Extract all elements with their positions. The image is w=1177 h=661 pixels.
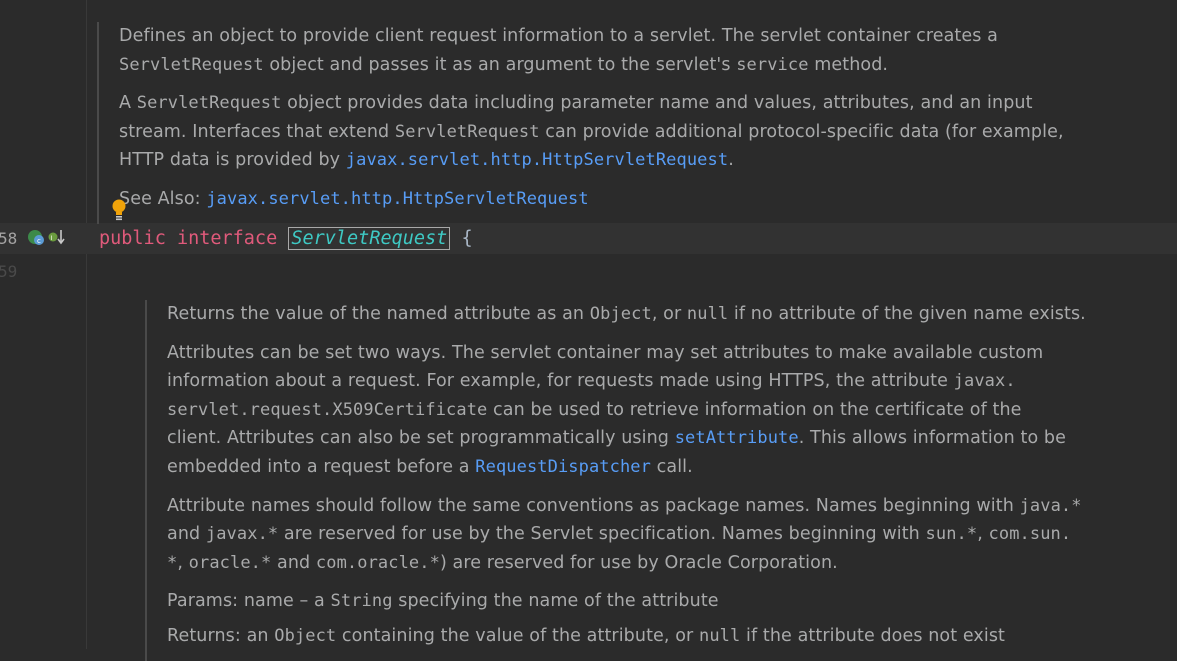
http-servlet-request-link[interactable]: javax.servlet.http.HttpServletRequest: [346, 150, 728, 170]
doc-text: are reserved for use by the Servlet spec…: [278, 524, 926, 545]
gutter-icons: c I: [26, 229, 66, 249]
see-also: See Also: javax.servlet.http.HttpServlet…: [119, 185, 1177, 214]
params-section: Params: name – a String specifying the n…: [167, 587, 1177, 616]
see-also-label: See Also:: [119, 188, 207, 209]
code-ref: ServletRequest: [136, 93, 282, 114]
doc-text: A: [119, 93, 137, 114]
line-number: 58: [0, 229, 18, 248]
code-ref: String: [330, 591, 393, 612]
doc-text: Defines an object to provide client requ…: [119, 26, 998, 46]
class-javadoc: Defines an object to provide client requ…: [97, 22, 1177, 224]
open-brace: {: [461, 228, 473, 249]
code-ref: Object: [274, 625, 337, 646]
doc-text: Attribute names should follow the same c…: [167, 495, 1020, 516]
doc-text: object and passes it as an argument to t…: [263, 54, 737, 75]
doc-text: information about a request. For example…: [167, 371, 954, 392]
code-ref: null: [699, 625, 741, 646]
doc-paragraph: Attribute names should follow the same c…: [167, 492, 1177, 578]
code-ref: com.oracle.*: [315, 552, 440, 573]
doc-text: and: [271, 552, 316, 573]
doc-text: embedded into a request before a: [167, 456, 476, 477]
doc-paragraph: A ServletRequest object provides data in…: [119, 89, 1177, 175]
code-ref: javax.*: [205, 524, 279, 545]
line-number: 59: [0, 262, 18, 281]
code-ref: service: [736, 54, 809, 75]
doc-text: and: [167, 524, 206, 545]
code-ref: *: [167, 552, 178, 573]
code-ref: oracle.*: [188, 552, 272, 573]
svg-text:c: c: [37, 237, 41, 245]
gutter-divider: [86, 0, 87, 649]
returns-section: Returns: an Object containing the value …: [167, 622, 1177, 651]
doc-text: ,: [977, 524, 989, 545]
see-also-link[interactable]: javax.servlet.http.HttpServletRequest: [206, 189, 588, 209]
doc-text: .: [728, 150, 734, 171]
code-ref: javax.: [953, 371, 1016, 392]
doc-text: ,: [177, 552, 189, 573]
doc-text: if the attribute does not exist: [740, 625, 1006, 646]
code-ref: servlet.request.X509Certificate: [167, 399, 488, 420]
method-javadoc: Returns the value of the named attribute…: [145, 300, 1177, 661]
code-ref: null: [686, 304, 729, 324]
svg-text:I: I: [51, 235, 53, 242]
doc-text: containing the value of the attribute, o…: [336, 625, 699, 646]
code-ref: sun.*: [925, 524, 978, 545]
class-name[interactable]: ServletRequest: [288, 227, 451, 250]
doc-text: method.: [808, 54, 889, 75]
doc-text: an: [246, 625, 275, 646]
doc-text: can provide additional protocol-specific…: [539, 121, 1064, 142]
set-attribute-link[interactable]: setAttribute: [675, 428, 799, 448]
doc-text: name – a: [243, 591, 331, 612]
doc-text: specifying the name of the attribute: [392, 591, 719, 612]
code-ref: java.*: [1019, 495, 1082, 516]
code-line: public interface ServletRequest {: [99, 224, 473, 254]
implemented-interface-icon[interactable]: c: [26, 227, 46, 251]
doc-paragraph: Attributes can be set two ways. The serv…: [167, 339, 1177, 482]
code-ref: ServletRequest: [394, 121, 540, 142]
request-dispatcher-link[interactable]: RequestDispatcher: [475, 457, 651, 477]
doc-text: HTTP data is provided by: [119, 150, 346, 171]
doc-text: Attributes can be set two ways. The serv…: [167, 342, 1044, 363]
params-label: Params:: [167, 591, 244, 612]
doc-paragraph: Returns the value of the named attribute…: [167, 300, 1177, 329]
doc-text: . This allows information to be: [798, 428, 1066, 449]
doc-text: , or: [651, 304, 687, 324]
lightbulb-icon[interactable]: [111, 199, 127, 225]
doc-text: ) are reserved for use by Oracle Corpora…: [439, 552, 838, 573]
doc-text: stream. Interfaces that extend: [119, 121, 395, 142]
doc-text: client. Attributes can also be set progr…: [167, 428, 675, 449]
doc-text: Returns the value of the named attribute…: [167, 304, 590, 324]
code-ref: com.sun.: [988, 524, 1072, 545]
doc-text: call.: [650, 456, 693, 477]
returns-label: Returns:: [167, 625, 247, 646]
keyword-interface: interface: [176, 228, 278, 249]
doc-text: can be used to retrieve information on t…: [487, 399, 1022, 420]
code-ref: ServletRequest: [119, 54, 264, 75]
keyword-public: public: [99, 228, 166, 249]
implementations-arrow-icon[interactable]: I: [48, 227, 66, 251]
doc-text: if no attribute of the given name exists…: [728, 304, 1086, 324]
doc-paragraph: Defines an object to provide client requ…: [119, 22, 1177, 79]
doc-text: object provides data including parameter…: [281, 93, 1033, 114]
code-ref: Object: [589, 304, 652, 324]
